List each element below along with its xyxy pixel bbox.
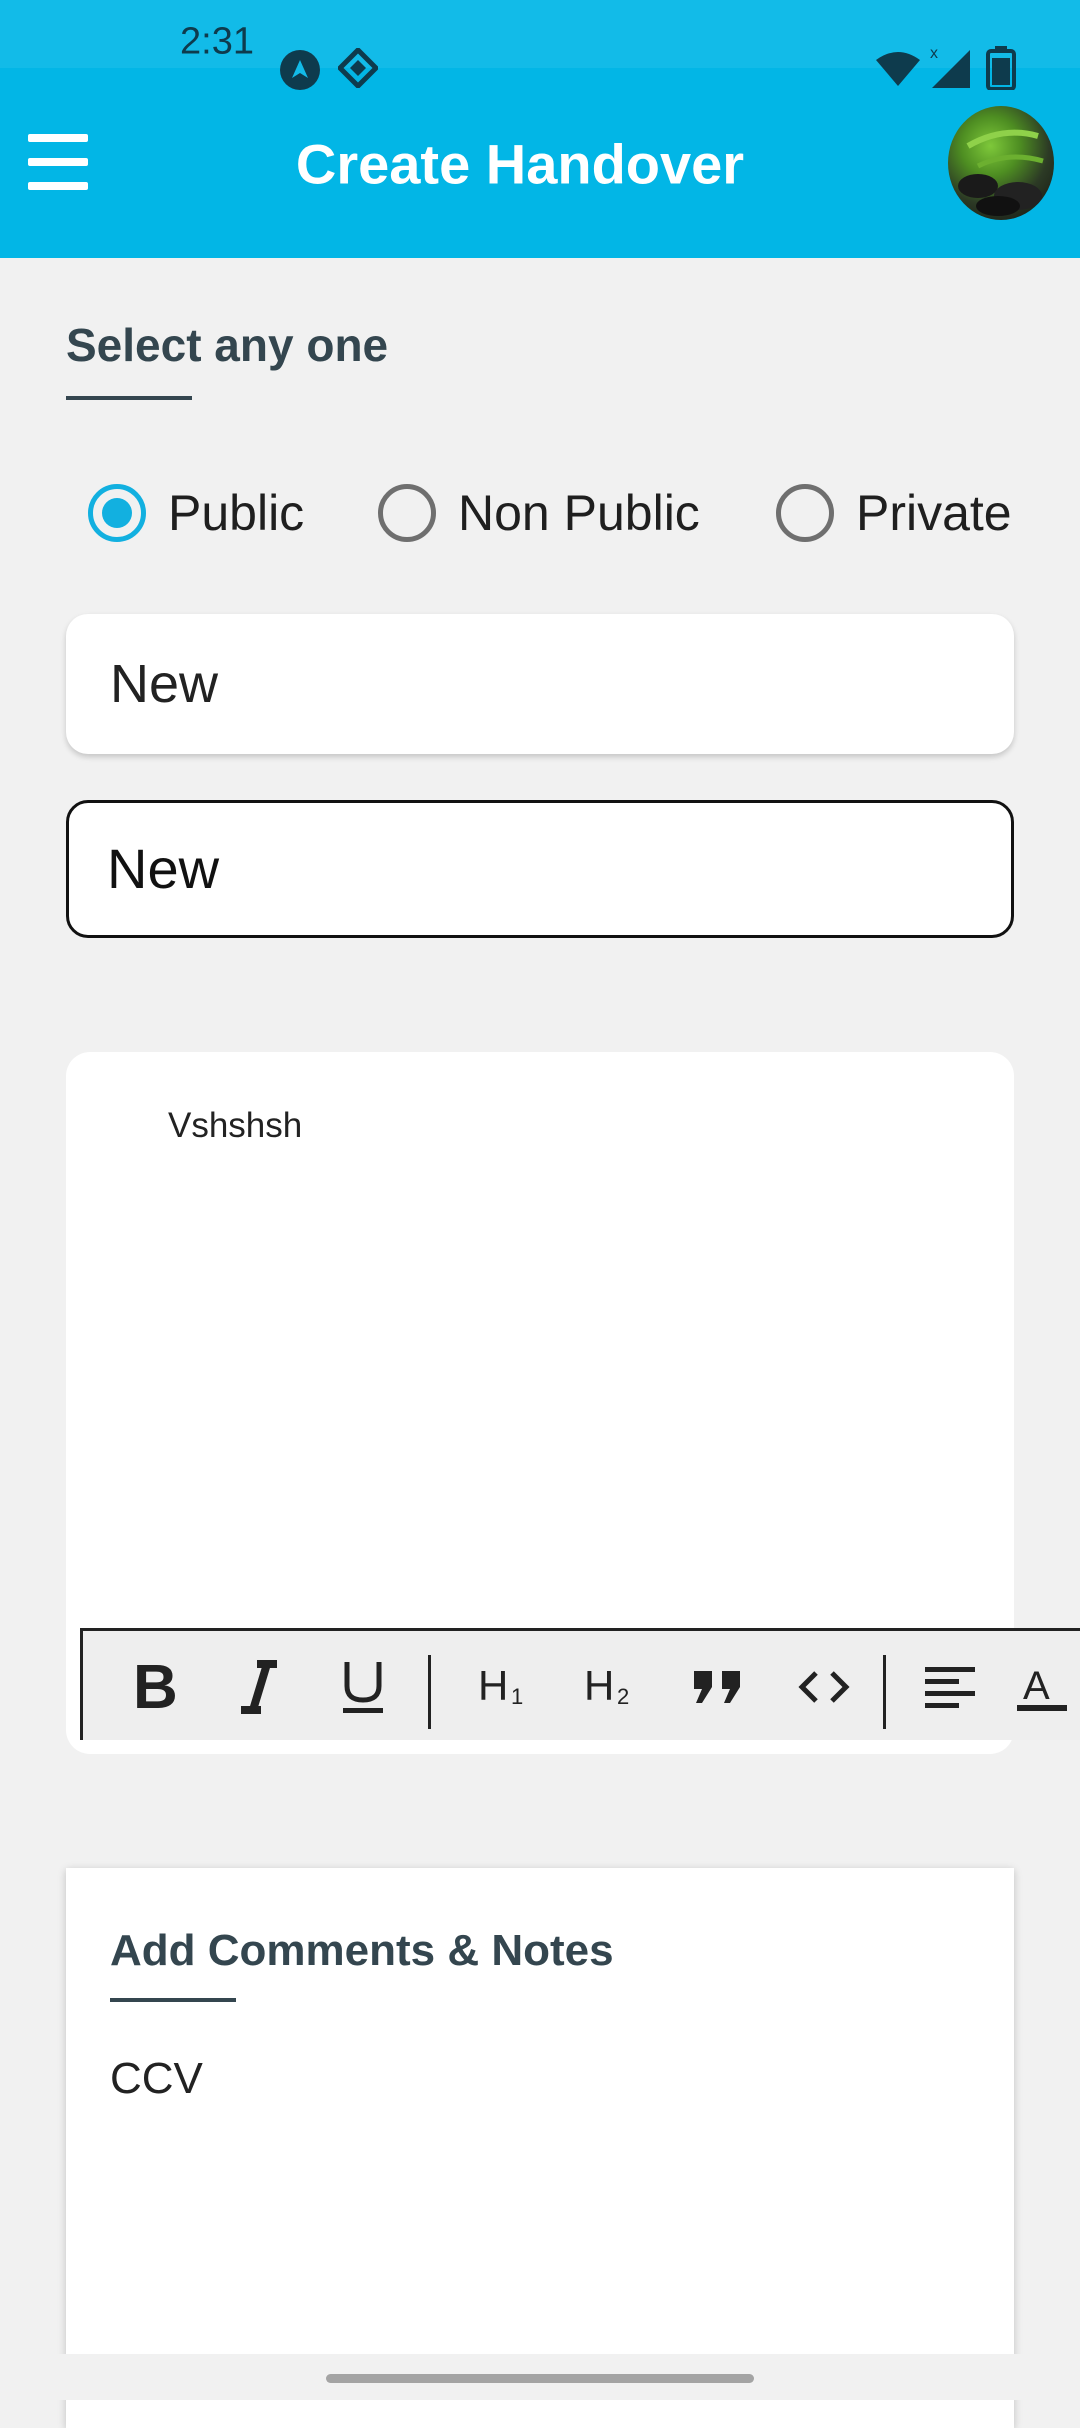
- quote-icon[interactable]: [673, 1631, 763, 1743]
- radio-public[interactable]: Public: [88, 484, 304, 542]
- radio-label-non-public: Non Public: [458, 485, 700, 541]
- diamond-icon: [338, 48, 378, 88]
- comments-title: Add Comments & Notes: [110, 1926, 614, 1975]
- subject-input[interactable]: New: [66, 800, 1014, 938]
- underline-icon[interactable]: [323, 1631, 403, 1743]
- radio-unchecked-icon: [378, 484, 436, 542]
- bold-icon[interactable]: B: [113, 1631, 193, 1743]
- svg-text:H: H: [584, 1662, 614, 1709]
- radio-label-private: Private: [856, 485, 1012, 541]
- heading2-icon[interactable]: H2: [567, 1631, 657, 1743]
- radio-unchecked-icon: [776, 484, 834, 542]
- status-bar: 2:31 x: [0, 0, 1080, 90]
- status-time: 2:31: [180, 20, 254, 63]
- align-left-icon[interactable]: [905, 1631, 995, 1743]
- toolbar-divider: [883, 1655, 886, 1729]
- avatar[interactable]: [948, 106, 1054, 220]
- comments-card: Add Comments & Notes CCV: [66, 1868, 1014, 2428]
- text-color-icon[interactable]: A: [1001, 1631, 1080, 1743]
- svg-text:2: 2: [617, 1684, 629, 1709]
- svg-text:A: A: [1023, 1664, 1050, 1708]
- nav-arrow-icon: [280, 50, 320, 90]
- home-handle[interactable]: [326, 2374, 754, 2383]
- comments-underline: [110, 1998, 236, 2002]
- battery-icon: [986, 46, 1016, 90]
- radio-checked-icon: [88, 484, 146, 542]
- radio-label-public: Public: [168, 485, 305, 541]
- signal-icon: x: [930, 45, 970, 88]
- svg-text:1: 1: [511, 1684, 523, 1709]
- section-title-select: Select any one: [66, 319, 389, 371]
- wifi-icon: [876, 52, 920, 86]
- svg-text:B: B: [133, 1658, 177, 1716]
- heading1-icon[interactable]: H1: [461, 1631, 551, 1743]
- title-input[interactable]: New: [66, 614, 1014, 754]
- radio-non-public[interactable]: Non Public: [378, 484, 700, 542]
- gesture-nav-bar: [0, 2354, 1080, 2400]
- app-bar: 2:31 x Create Handover: [0, 0, 1080, 258]
- editor-content[interactable]: Vshshsh: [168, 1106, 302, 1146]
- svg-text:x: x: [930, 45, 938, 62]
- radio-private[interactable]: Private: [776, 484, 1012, 542]
- page-title: Create Handover: [295, 132, 745, 196]
- italic-icon[interactable]: [219, 1631, 299, 1743]
- editor-toolbar: B H1 H2 A: [80, 1628, 1080, 1740]
- code-icon[interactable]: [779, 1631, 869, 1743]
- toolbar-divider: [428, 1655, 431, 1729]
- section-underline: [66, 396, 192, 400]
- svg-text:H: H: [478, 1662, 508, 1709]
- comments-input[interactable]: CCV: [110, 2054, 203, 2104]
